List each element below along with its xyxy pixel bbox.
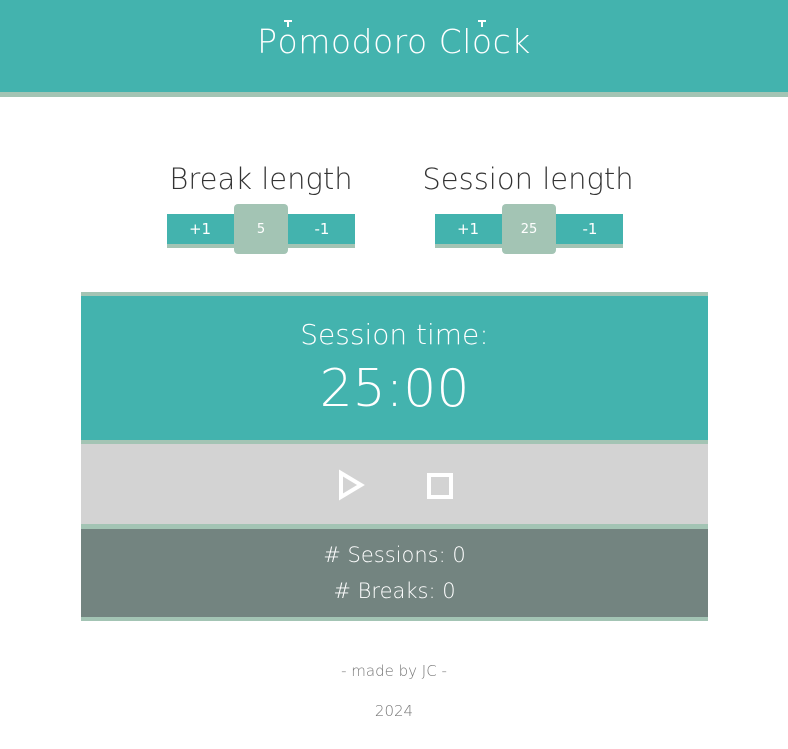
play-button[interactable]	[336, 468, 366, 502]
stopwatch-icon-letter: o	[278, 20, 299, 64]
session-length-value: 25	[502, 204, 556, 254]
timer-label: Session time:	[300, 318, 489, 351]
timer-countdown: 25:00	[319, 359, 470, 419]
break-length-label: Break length	[169, 162, 353, 196]
break-decrement-button[interactable]: -1	[289, 214, 355, 244]
session-increment-button[interactable]: +1	[435, 214, 501, 244]
app-title: Pomodoro Clock	[0, 20, 788, 64]
session-decrement-button[interactable]: -1	[557, 214, 623, 244]
stats-panel: # Sessions: 0 # Breaks: 0	[81, 529, 708, 621]
break-length-control: +1 5 -1	[167, 204, 355, 254]
title-part: ck	[492, 22, 531, 61]
play-icon	[339, 469, 365, 501]
timer-display: Session time: 25:00	[81, 292, 708, 444]
session-length-control: +1 25 -1	[435, 204, 623, 254]
sessions-count: # Sessions: 0	[323, 543, 466, 567]
footer-credit: - made by JC -	[341, 662, 447, 680]
break-length-value: 5	[234, 204, 288, 254]
stopwatch-icon-letter: o	[472, 20, 493, 64]
title-part: modoro Cl	[298, 22, 472, 61]
footer-year: 2024	[374, 702, 414, 720]
stop-icon	[427, 473, 453, 499]
breaks-count: # Breaks: 0	[333, 579, 456, 603]
title-part: P	[257, 22, 278, 61]
stop-button[interactable]	[426, 472, 454, 500]
timer-controls	[81, 444, 708, 529]
break-increment-button[interactable]: +1	[167, 214, 233, 244]
session-length-setting: Session length +1 25 -1	[418, 160, 638, 254]
session-length-label: Session length	[422, 162, 634, 196]
app-header: Pomodoro Clock	[0, 0, 788, 97]
timer-panel: Session time: 25:00 # Sessions: 0 # Brea…	[81, 292, 708, 621]
break-length-setting: Break length +1 5 -1	[151, 160, 371, 254]
